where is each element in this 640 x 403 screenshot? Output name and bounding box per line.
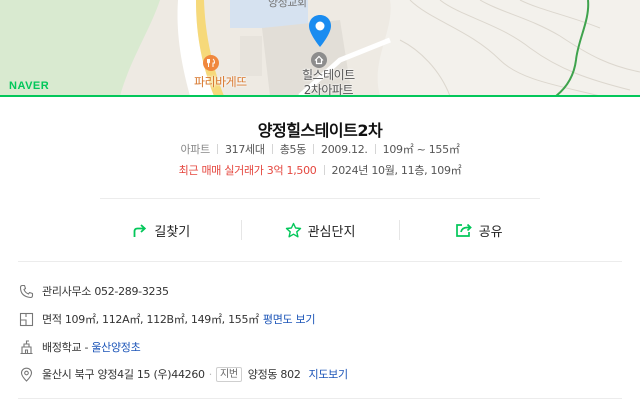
- divider: [100, 198, 540, 199]
- location-pin-icon[interactable]: [308, 14, 332, 48]
- naver-logo: NAVER: [9, 80, 50, 92]
- star-icon: [285, 222, 301, 237]
- area-values: 109㎡, 112A㎡, 112B㎡, 149㎡, 155㎡: [64, 313, 259, 326]
- location-icon: [20, 367, 32, 382]
- divider: [18, 398, 622, 399]
- divider: [18, 261, 622, 262]
- complex-households: 317세대: [224, 143, 265, 156]
- phone-icon: [19, 284, 33, 298]
- complex-buildings: 총5동: [279, 143, 307, 156]
- share-label: 공유: [478, 224, 503, 240]
- recent-trade-detail: 2024년 10월, 11층, 109㎡: [331, 164, 462, 177]
- info-school: 배정학교 - 울산양정초: [18, 339, 141, 355]
- floorplan-icon: [19, 312, 33, 326]
- lot-address-tag: 지번: [215, 366, 242, 382]
- info-office: 관리사무소 052-289-3235: [18, 283, 169, 299]
- map-view-link[interactable]: 지도보기: [309, 366, 349, 382]
- directions-button[interactable]: 길찾기: [82, 212, 241, 248]
- office-phone[interactable]: 052-289-3235: [94, 285, 169, 298]
- home-icon: [311, 52, 327, 68]
- recent-trade-label: 최근 매매 실거래가: [178, 164, 264, 177]
- lot-address: 양정동 802: [247, 368, 301, 381]
- complex-type: 아파트: [180, 143, 210, 156]
- complex-title: 양정힐스테이트2차: [257, 121, 383, 140]
- separator-dot: ·: [208, 367, 213, 381]
- info-address: 울산시 북구 양정4길 15 (우)44260 · 지번 양정동 802 지도보…: [18, 366, 348, 382]
- favorite-button[interactable]: 관심단지: [240, 212, 400, 248]
- office-label: 관리사무소: [42, 285, 92, 298]
- favorite-label: 관심단지: [307, 224, 356, 240]
- directions-icon: [133, 224, 147, 237]
- recent-trade: 최근 매매 실거래가 3억 1,500 2024년 10월, 11층, 109㎡: [0, 162, 640, 178]
- map-label-shop[interactable]: 파리바게뜨: [194, 73, 247, 90]
- complex-approval-date: 2009.12.: [321, 143, 368, 156]
- school-label: 배정학교: [42, 341, 82, 354]
- school-icon: [20, 339, 32, 354]
- directions-label: 길찾기: [154, 224, 191, 240]
- complex-summary: 아파트 317세대 총5동 2009.12. 109㎡ ~ 155㎡: [0, 141, 640, 157]
- map-label-top: 양정교회: [268, 0, 307, 9]
- share-icon: [455, 223, 472, 237]
- info-area: 면적 109㎡, 112A㎡, 112B㎡, 149㎡, 155㎡ 평면도 보기: [18, 311, 315, 327]
- map-label-apartment[interactable]: 힐스테이트 2차아파트: [302, 68, 355, 96]
- floorplan-link[interactable]: 평면도 보기: [263, 311, 316, 327]
- recent-trade-price: 3억 1,500: [266, 164, 317, 177]
- school-link[interactable]: 울산양정초: [91, 339, 140, 355]
- road-address: 울산시 북구 양정4길 15 (우)44260: [42, 368, 205, 381]
- map-view[interactable]: 양정교회 파리바게뜨 힐스테이트 2차아파트 NAVER: [0, 0, 640, 96]
- restaurant-icon: [203, 55, 219, 71]
- area-label: 면적: [42, 313, 62, 326]
- map-label-apartment-line1: 힐스테이트: [302, 68, 355, 82]
- share-button[interactable]: 공유: [399, 212, 558, 248]
- complex-area-range: 109㎡ ~ 155㎡: [382, 143, 460, 156]
- map-bottom-border: [0, 95, 640, 97]
- action-bar: 길찾기 관심단지 공유: [82, 212, 558, 248]
